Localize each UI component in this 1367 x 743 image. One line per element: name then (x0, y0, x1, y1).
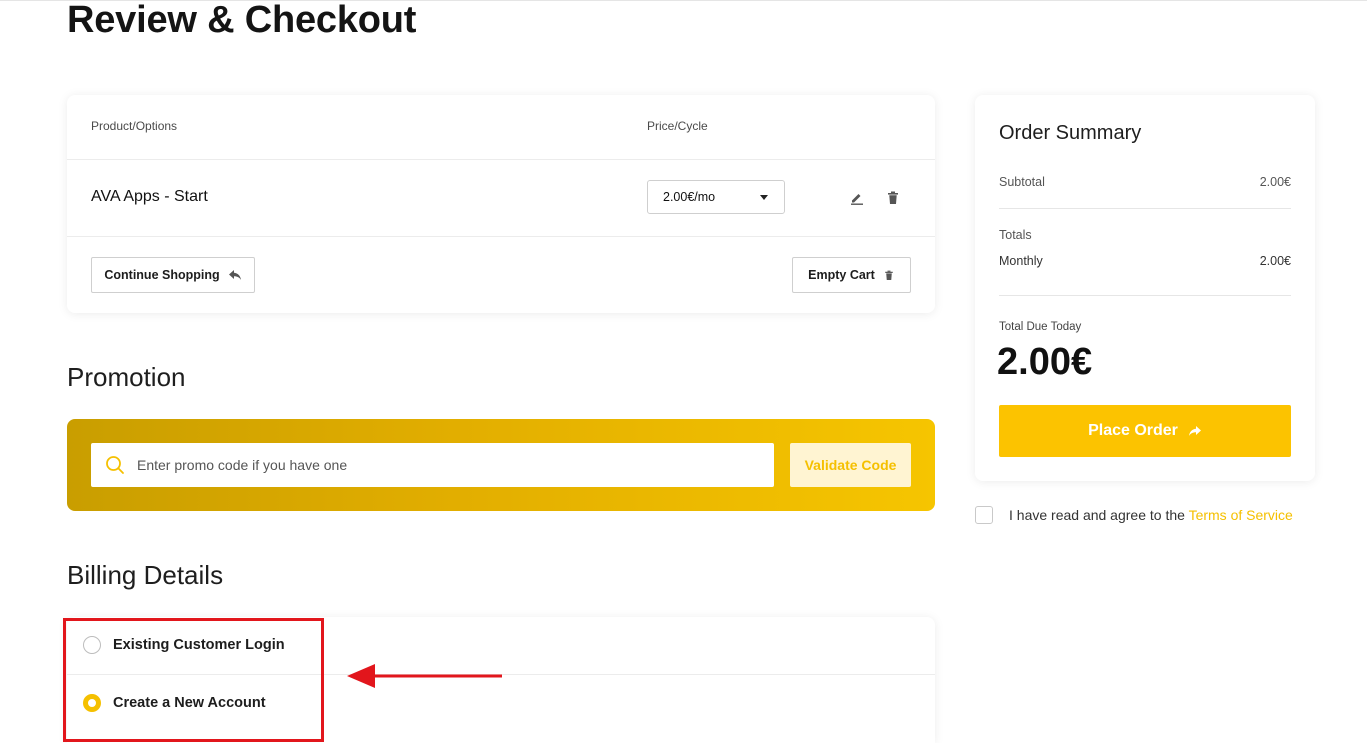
trash-icon (885, 270, 893, 280)
promo-input-wrapper (91, 443, 774, 487)
cart-card: Product/Options Price/Cycle AVA Apps - S… (67, 95, 935, 313)
edit-icon[interactable] (849, 190, 865, 206)
column-header-product: Product/Options (91, 119, 178, 133)
billing-cycle-select[interactable]: 2.00€/mo (647, 180, 785, 214)
divider (67, 236, 935, 237)
monthly-value: 2.00€ (1259, 254, 1291, 268)
divider (999, 208, 1291, 209)
divider (67, 159, 935, 160)
validate-code-button[interactable]: Validate Code (790, 443, 911, 487)
page-title: Review & Checkout (67, 0, 417, 41)
promotion-panel: Validate Code (67, 419, 935, 511)
terms-of-service-link[interactable]: Terms of Service (1189, 507, 1293, 523)
continue-shopping-button[interactable]: Continue Shopping (91, 257, 255, 293)
trash-icon[interactable] (885, 190, 901, 206)
order-summary-card: Order Summary Subtotal 2.00€ Totals Mont… (975, 95, 1315, 481)
continue-shopping-label: Continue Shopping (104, 268, 220, 282)
subtotal-label: Subtotal (999, 175, 1045, 189)
cart-item-name: AVA Apps - Start (91, 188, 208, 205)
empty-cart-button[interactable]: Empty Cart (792, 257, 911, 293)
monthly-row: Monthly 2.00€ (999, 254, 1291, 268)
reply-arrow-icon (228, 270, 241, 280)
billing-details-title: Billing Details (67, 560, 224, 590)
subtotal-value: 2.00€ (1259, 175, 1291, 189)
totals-label: Totals (999, 228, 1032, 242)
terms-agreement: I have read and agree to the Terms of Se… (975, 506, 1293, 524)
billing-cycle-value: 2.00€/mo (663, 190, 716, 204)
forward-arrow-icon (1188, 426, 1201, 436)
monthly-label: Monthly (999, 254, 1043, 268)
annotation-arrow-icon (347, 664, 502, 688)
search-icon (106, 456, 124, 474)
order-summary-title: Order Summary (999, 122, 1142, 144)
total-due-amount: 2.00€ (997, 341, 1093, 383)
subtotal-row: Subtotal 2.00€ (999, 175, 1291, 189)
total-due-label: Total Due Today (999, 321, 1082, 333)
chevron-down-icon (760, 195, 768, 200)
terms-checkbox[interactable] (975, 506, 993, 524)
promo-code-input[interactable] (135, 456, 739, 474)
column-header-price: Price/Cycle (647, 119, 708, 133)
promotion-title: Promotion (67, 362, 186, 392)
annotation-highlight-box (63, 618, 324, 742)
terms-text: I have read and agree to the (1009, 507, 1185, 523)
place-order-label: Place Order (1088, 422, 1178, 439)
totals-row: Totals (999, 228, 1291, 242)
place-order-button[interactable]: Place Order (999, 405, 1291, 457)
divider (999, 295, 1291, 296)
empty-cart-label: Empty Cart (808, 268, 875, 282)
